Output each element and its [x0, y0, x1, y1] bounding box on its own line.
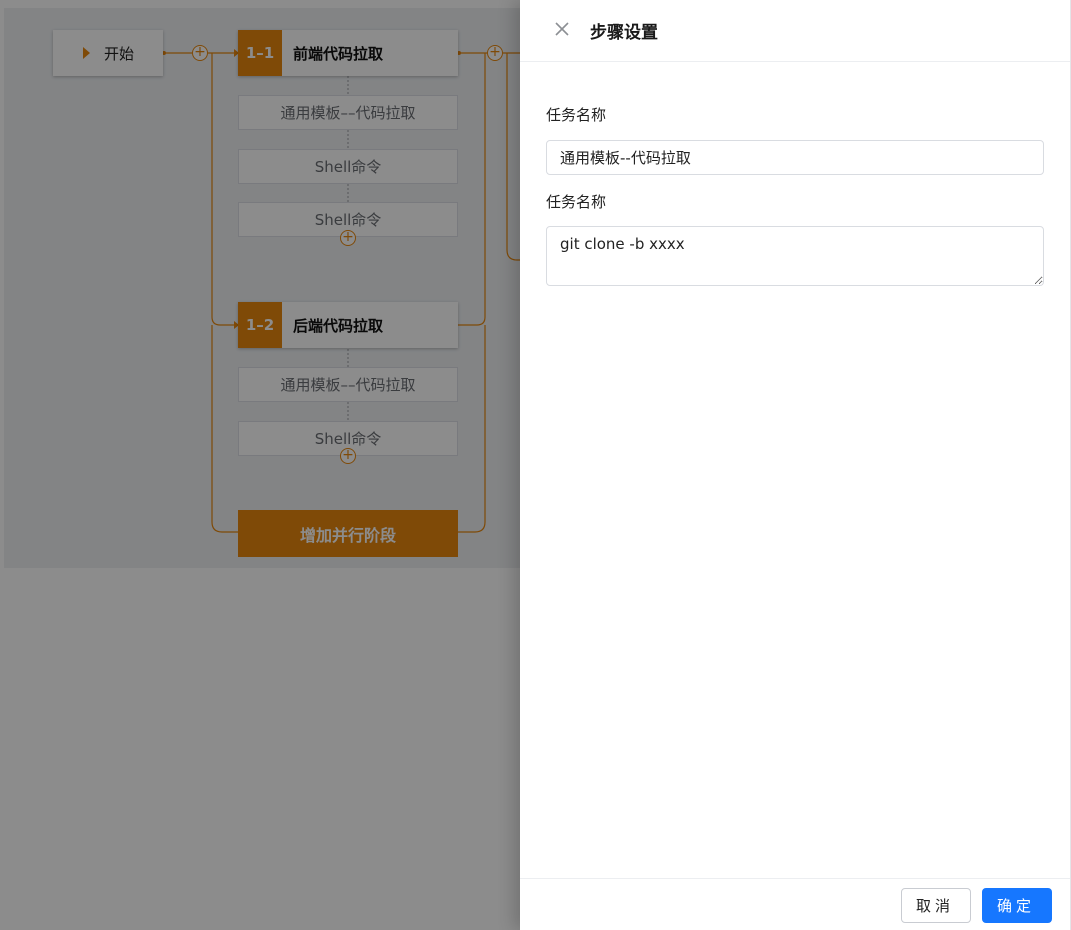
confirm-button[interactable]: 确定 [982, 888, 1052, 923]
task-name-label: 任务名称 [546, 106, 607, 124]
close-icon[interactable] [553, 20, 571, 38]
step-settings-drawer: 步骤设置 任务名称 任务名称 git clone -b xxxx 取消 确定 [520, 0, 1071, 930]
drawer-header: 步骤设置 [520, 0, 1070, 62]
task-name-input[interactable] [546, 140, 1044, 175]
drawer-footer: 取消 确定 [520, 878, 1070, 930]
task-command-label: 任务名称 [546, 193, 607, 211]
task-command-textarea[interactable]: git clone -b xxxx [546, 226, 1044, 286]
drawer-title: 步骤设置 [590, 23, 658, 43]
cancel-button[interactable]: 取消 [901, 888, 971, 923]
